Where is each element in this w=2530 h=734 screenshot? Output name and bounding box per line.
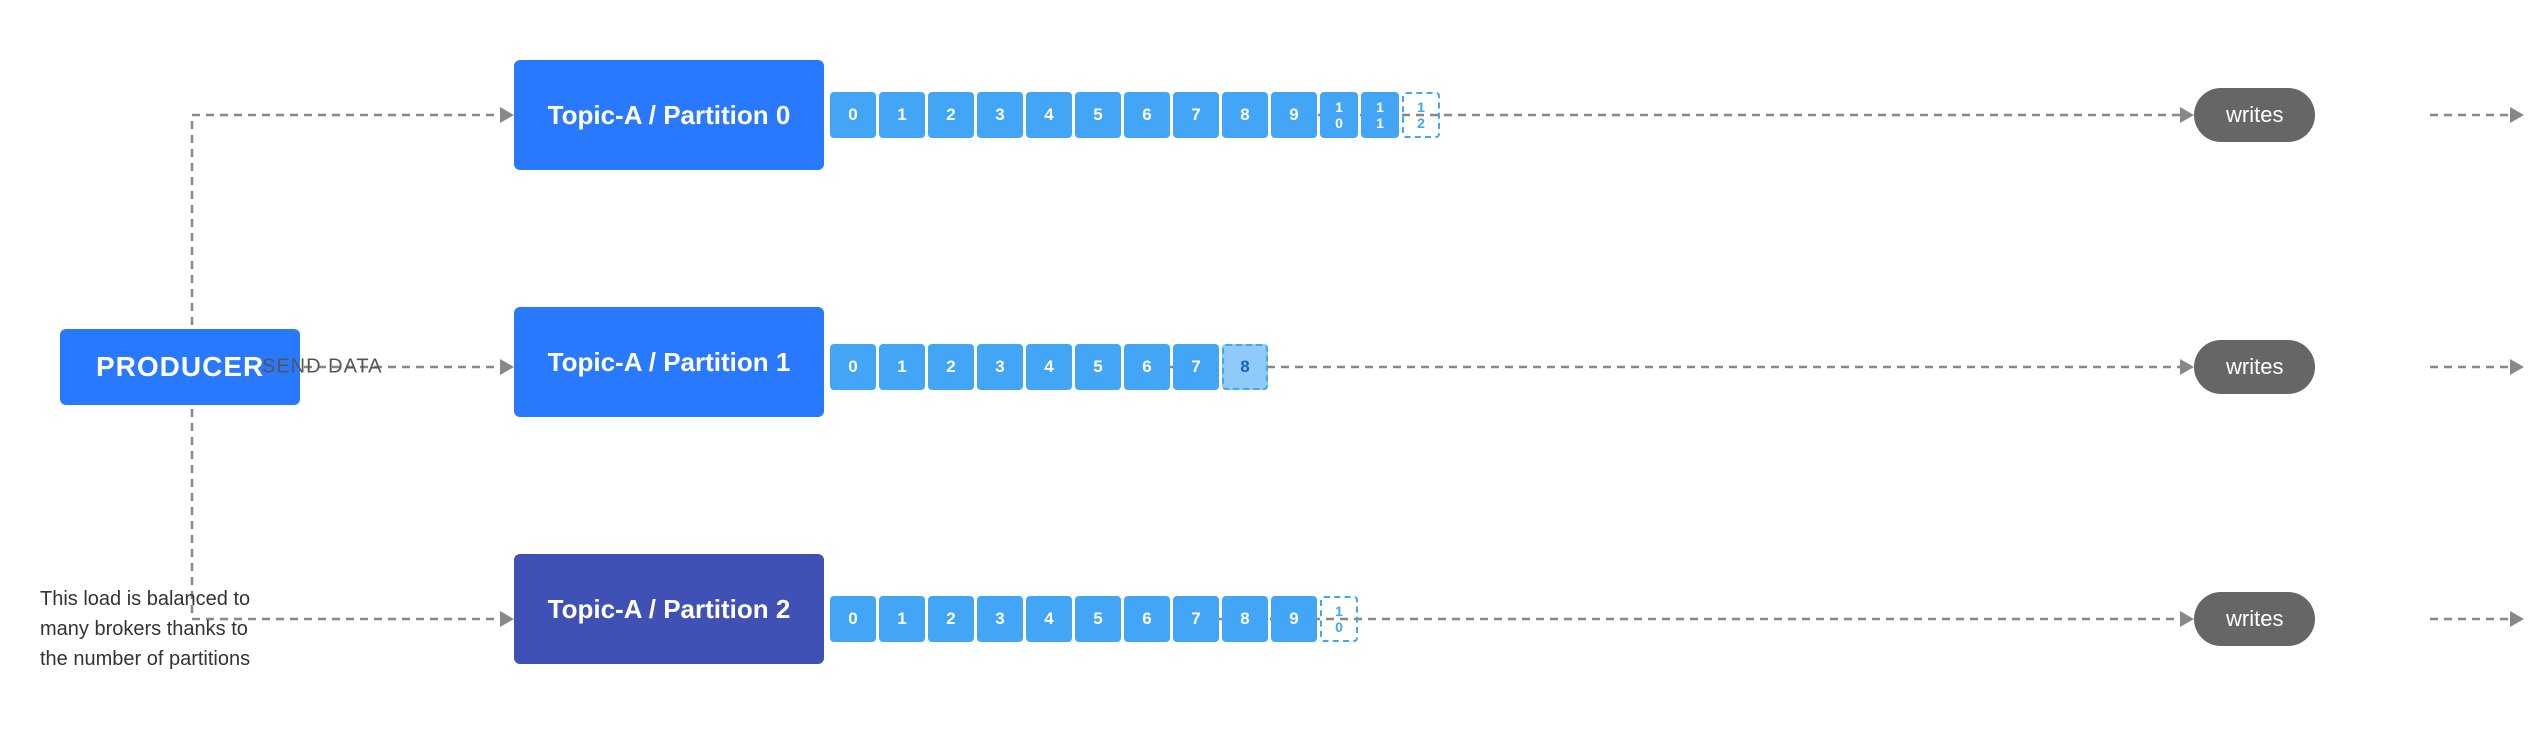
- cell-p0-2: 2: [928, 92, 974, 138]
- partition-1-cells: 0 1 2 3 4 5 6 7 8: [830, 344, 1271, 390]
- cell-p0-11: 11: [1361, 92, 1399, 138]
- cell-p0-4: 4: [1026, 92, 1072, 138]
- cell-p0-10: 10: [1320, 92, 1358, 138]
- bottom-note: This load is balanced to many brokers th…: [40, 584, 250, 674]
- cell-p1-0: 0: [830, 344, 876, 390]
- partition-2-label: Topic-A / Partition 2: [548, 594, 791, 625]
- partition-0-cells: 0 1 2 3 4 5 6 7 8 9 10 11 12: [830, 92, 1443, 138]
- cell-p0-0: 0: [830, 92, 876, 138]
- bottom-note-line2: many brokers thanks to: [40, 614, 250, 644]
- cell-p1-1: 1: [879, 344, 925, 390]
- cell-p1-7: 7: [1173, 344, 1219, 390]
- producer-label: PRODUCER: [96, 351, 264, 382]
- partition-2-cells: 0 1 2 3 4 5 6 7 8 9 10: [830, 596, 1361, 642]
- writes-label-1: writes: [2226, 354, 2283, 379]
- partition-1-label: Topic-A / Partition 1: [548, 347, 791, 378]
- cell-p2-9: 9: [1271, 596, 1317, 642]
- cell-p2-6: 6: [1124, 596, 1170, 642]
- writes-pill-0: writes: [2194, 88, 2315, 142]
- cell-p0-6: 6: [1124, 92, 1170, 138]
- bottom-note-line1: This load is balanced to: [40, 584, 250, 614]
- cell-p1-3: 3: [977, 344, 1023, 390]
- cell-p2-0: 0: [830, 596, 876, 642]
- partition-0-label: Topic-A / Partition 0: [548, 100, 791, 131]
- cell-p2-10: 10: [1320, 596, 1358, 642]
- cell-p1-2: 2: [928, 344, 974, 390]
- writes-label-0: writes: [2226, 102, 2283, 127]
- cell-p1-6: 6: [1124, 344, 1170, 390]
- send-data-label: SEND DATA: [262, 356, 383, 379]
- cell-p2-3: 3: [977, 596, 1023, 642]
- partition-0-box: Topic-A / Partition 0: [514, 60, 824, 170]
- cell-p0-1: 1: [879, 92, 925, 138]
- cell-p2-4: 4: [1026, 596, 1072, 642]
- partition-1-box: Topic-A / Partition 1: [514, 307, 824, 417]
- cell-p2-7: 7: [1173, 596, 1219, 642]
- bottom-note-line3: the number of partitions: [40, 644, 250, 674]
- cell-p1-5: 5: [1075, 344, 1121, 390]
- diagram-container: PRODUCER SEND DATA This load is balanced…: [0, 0, 2530, 734]
- writes-pill-1: writes: [2194, 340, 2315, 394]
- cell-p2-5: 5: [1075, 596, 1121, 642]
- cell-p2-2: 2: [928, 596, 974, 642]
- cell-p1-8: 8: [1222, 344, 1268, 390]
- cell-p0-7: 7: [1173, 92, 1219, 138]
- cell-p2-8: 8: [1222, 596, 1268, 642]
- writes-pill-2: writes: [2194, 592, 2315, 646]
- cell-p0-8: 8: [1222, 92, 1268, 138]
- cell-p0-12: 12: [1402, 92, 1440, 138]
- cell-p0-9: 9: [1271, 92, 1317, 138]
- cell-p0-3: 3: [977, 92, 1023, 138]
- writes-label-2: writes: [2226, 606, 2283, 631]
- cell-p2-1: 1: [879, 596, 925, 642]
- cell-p0-5: 5: [1075, 92, 1121, 138]
- cell-p1-4: 4: [1026, 344, 1072, 390]
- partition-2-box: Topic-A / Partition 2: [514, 554, 824, 664]
